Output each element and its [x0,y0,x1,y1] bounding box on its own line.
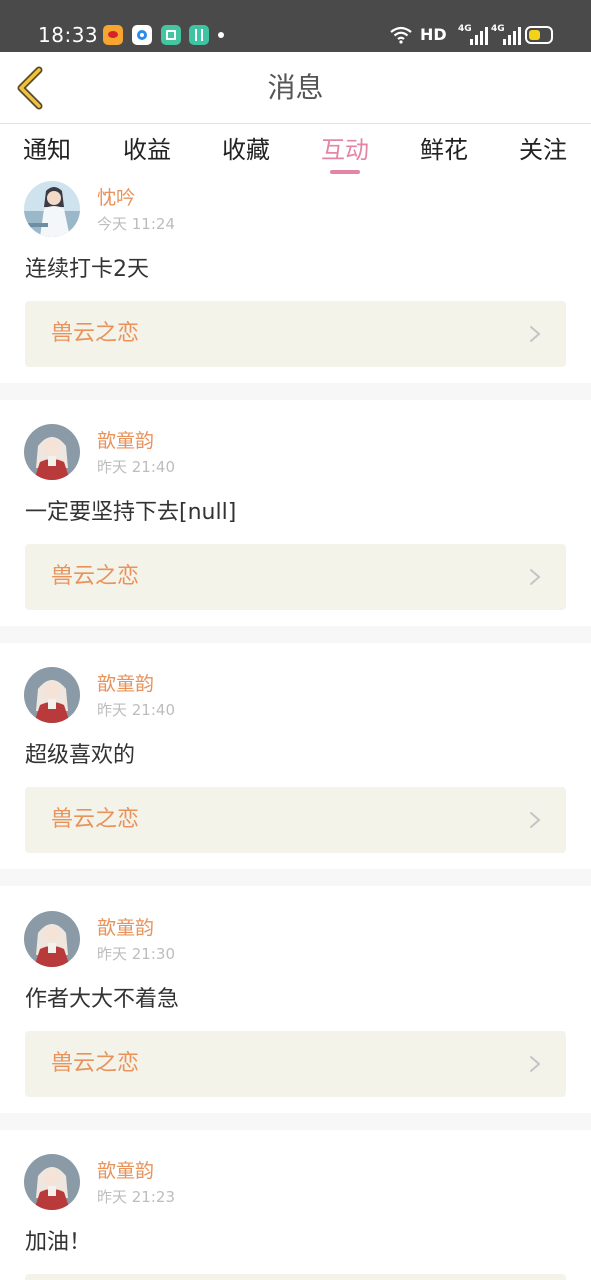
message-card: 忱吟 今天 11:24 连续打卡2天 兽云之恋 [0,175,591,383]
avatar[interactable] [24,911,80,967]
cat-app-icon [189,25,209,45]
message-content: 作者大大不着急 [25,987,180,1012]
battery-fill [529,30,540,40]
message-card: 歆童韵 昨天 21:23 加油！ [0,1130,591,1280]
book-link[interactable] [25,1274,566,1280]
book-link[interactable]: 兽云之恋 [25,1031,566,1097]
message-time: 昨天 21:40 [97,458,175,476]
message-content: 加油！ [25,1230,92,1255]
hd-label: HD [420,25,447,44]
chevron-right-icon [530,1056,541,1072]
tab-follows[interactable]: 关注 [503,133,583,167]
book-link[interactable]: 兽云之恋 [25,544,566,610]
status-bar: 18:33 HD 4G 4G [0,0,591,52]
message-card: 歆童韵 昨天 21:40 一定要坚持下去[null] 兽云之恋 [0,400,591,626]
user-name[interactable]: 忱吟 [97,186,135,210]
user-name[interactable]: 歆童韵 [97,429,154,453]
message-content: 超级喜欢的 [25,743,136,768]
message-feed[interactable]: 忱吟 今天 11:24 连续打卡2天 兽云之恋 歆童韵 昨天 21:40 一定要… [0,175,591,1280]
tab-bar: 通知 收益 收藏 互动 鲜花 关注 [0,125,591,175]
chevron-right-icon [530,326,541,342]
tab-favorites[interactable]: 收藏 [206,133,286,167]
book-link[interactable]: 兽云之恋 [25,301,566,367]
tab-flowers[interactable]: 鲜花 [404,133,484,167]
message-content: 连续打卡2天 [25,257,149,282]
signal-icon: 4G [491,24,523,46]
chevron-right-icon [530,569,541,585]
tab-notifications[interactable]: 通知 [7,133,87,167]
page-title: 消息 [267,71,324,104]
book-link[interactable]: 兽云之恋 [25,787,566,853]
user-name[interactable]: 歆童韵 [97,672,154,696]
user-name[interactable]: 歆童韵 [97,916,154,940]
wifi-icon [390,26,412,44]
message-card: 歆童韵 昨天 21:30 作者大大不着急 兽云之恋 [0,886,591,1113]
message-time: 昨天 21:30 [97,945,175,963]
message-time: 今天 11:24 [97,215,175,233]
message-card: 歆童韵 昨天 21:40 超级喜欢的 兽云之恋 [0,643,591,869]
chevron-right-icon [530,812,541,828]
book-title: 兽云之恋 [51,321,140,346]
user-name[interactable]: 歆童韵 [97,1159,154,1183]
dot-icon [218,32,224,38]
signal-icon: 4G [458,24,490,46]
message-content: 一定要坚持下去[null] [25,500,237,525]
avatar[interactable] [24,667,80,723]
avatar[interactable] [24,1154,80,1210]
book-title: 兽云之恋 [51,807,140,832]
avatar[interactable] [24,424,80,480]
tab-interactions[interactable]: 互动 [305,133,385,167]
header: 消息 [0,52,591,124]
avatar[interactable] [24,181,80,237]
browser-icon [132,25,152,45]
book-app-icon [161,25,181,45]
tab-earnings[interactable]: 收益 [107,133,187,167]
message-time: 昨天 21:23 [97,1188,175,1206]
weibo-icon [103,25,123,45]
book-title: 兽云之恋 [51,1051,140,1076]
active-tab-indicator [330,170,360,174]
battery-icon [525,26,553,44]
message-time: 昨天 21:40 [97,701,175,719]
status-time: 18:33 [38,23,99,47]
book-title: 兽云之恋 [51,564,140,589]
